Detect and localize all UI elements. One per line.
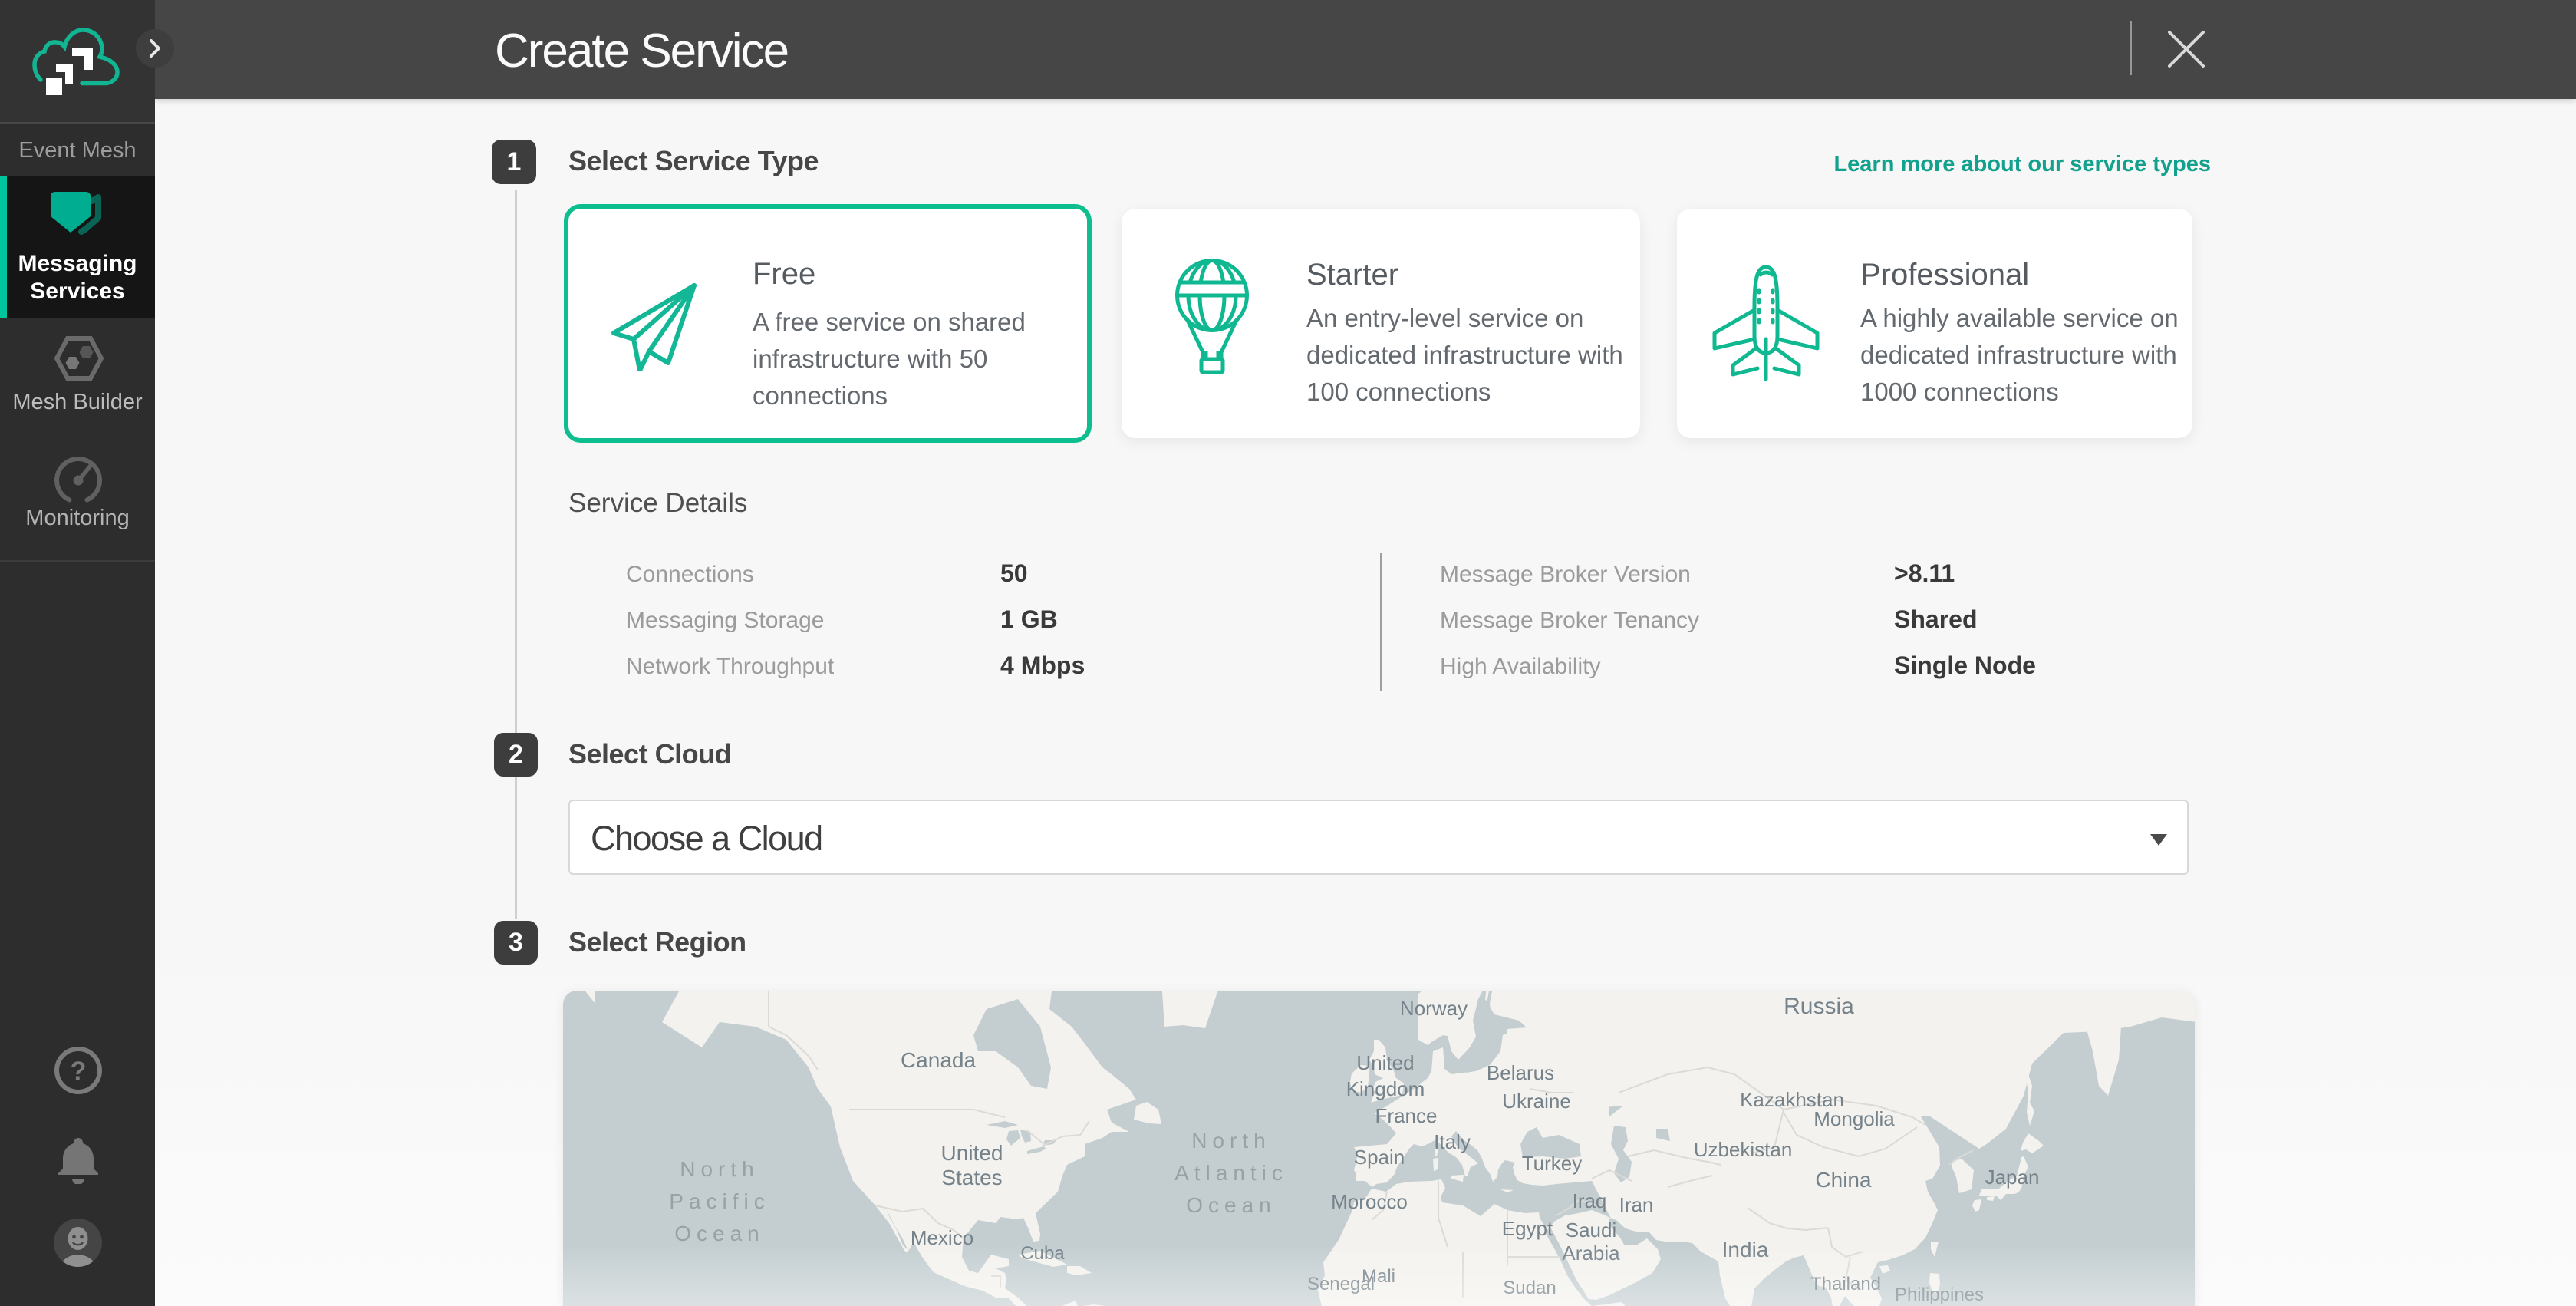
- svg-text:Pacific: Pacific: [669, 1189, 769, 1213]
- svg-text:Russia: Russia: [1784, 994, 1854, 1019]
- svg-text:Atlantic: Atlantic: [1174, 1161, 1288, 1185]
- svg-text:Ocean: Ocean: [674, 1222, 765, 1245]
- svg-text:China: China: [1815, 1168, 1872, 1192]
- svg-text:Morocco: Morocco: [1331, 1190, 1408, 1213]
- svg-text:Saudi: Saudi: [1566, 1219, 1617, 1242]
- svg-text:Belarus: Belarus: [1487, 1061, 1554, 1084]
- svg-text:?: ?: [71, 1057, 87, 1086]
- svg-text:Ocean: Ocean: [1186, 1193, 1276, 1217]
- svg-text:Spain: Spain: [1354, 1146, 1405, 1169]
- svg-text:United: United: [1356, 1051, 1414, 1074]
- svg-text:Ukraine: Ukraine: [1502, 1090, 1571, 1113]
- svg-text:Canada: Canada: [901, 1048, 977, 1072]
- svg-text:Japan: Japan: [1985, 1166, 2040, 1189]
- svg-text:Kingdom: Kingdom: [1346, 1077, 1425, 1100]
- svg-text:North: North: [680, 1157, 759, 1181]
- svg-text:Iran: Iran: [1619, 1193, 1654, 1216]
- svg-text:United: United: [941, 1141, 1003, 1165]
- svg-text:North: North: [1191, 1129, 1270, 1153]
- svg-text:Uzbekistan: Uzbekistan: [1694, 1138, 1793, 1161]
- svg-text:Egypt: Egypt: [1502, 1217, 1553, 1240]
- svg-text:France: France: [1375, 1104, 1438, 1127]
- svg-text:Mongolia: Mongolia: [1813, 1107, 1895, 1130]
- svg-text:Norway: Norway: [1400, 997, 1468, 1020]
- svg-text:States: States: [941, 1166, 1002, 1189]
- svg-text:Iraq: Iraq: [1573, 1189, 1607, 1212]
- svg-text:Turkey: Turkey: [1522, 1152, 1583, 1175]
- svg-text:Italy: Italy: [1434, 1130, 1471, 1153]
